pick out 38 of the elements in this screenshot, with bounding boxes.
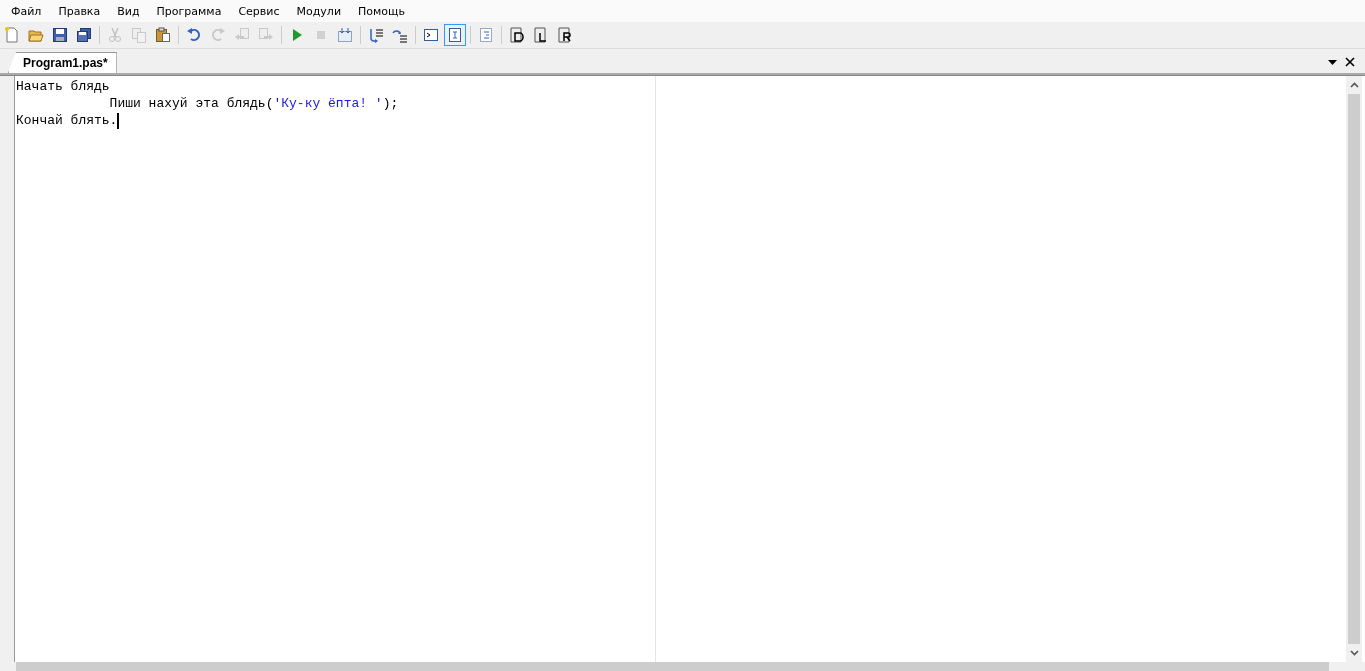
copy-icon (131, 27, 147, 43)
document-icon (4, 27, 20, 43)
text-window-icon (447, 27, 463, 43)
document-r-icon (557, 27, 573, 43)
step-over-icon (392, 27, 408, 43)
toolbar-button[interactable] (444, 24, 466, 46)
vertical-scrollbar[interactable] (1346, 76, 1362, 662)
menu-item[interactable]: Правка (51, 2, 108, 20)
folder-icon (28, 27, 44, 43)
code-text: Кончай блять. (16, 112, 118, 129)
string-literal: 'Ку-ку ёпта! ' (273, 95, 383, 112)
right-arrow-page-icon (258, 27, 274, 43)
menu-item[interactable]: Сервис (231, 2, 287, 20)
undo-arrow-icon (186, 27, 202, 43)
document-d-icon (509, 27, 525, 43)
floppy-disks-icon (76, 27, 92, 43)
step-into-icon (368, 27, 384, 43)
scroll-up-icon[interactable] (1349, 82, 1359, 88)
left-arrow-page-icon (234, 27, 250, 43)
clipboard-icon (155, 27, 171, 43)
scissors-icon (107, 27, 123, 43)
menu-item[interactable]: Вид (110, 2, 147, 20)
file-tab[interactable]: Program1.pas* (8, 52, 117, 73)
document-l-icon (533, 27, 549, 43)
menu-item[interactable]: Файл (4, 2, 49, 20)
dropdown-icon[interactable] (1328, 59, 1337, 65)
scroll-down-icon[interactable] (1349, 650, 1359, 656)
grid-arrow-icon (337, 27, 353, 43)
menu-item[interactable]: Модули (289, 2, 349, 20)
indent-document-icon (478, 27, 494, 43)
code-text: Начать блядь (16, 78, 110, 95)
console-window-icon (423, 27, 439, 43)
menu-item[interactable]: Помощь (351, 2, 412, 20)
menu-item[interactable]: Программа (149, 2, 229, 20)
code-text: Пиши нахуй эта блядь( (108, 95, 274, 112)
redo-arrow-icon (210, 27, 226, 43)
code-text: ); (382, 95, 399, 112)
close-icon[interactable] (1345, 57, 1355, 67)
